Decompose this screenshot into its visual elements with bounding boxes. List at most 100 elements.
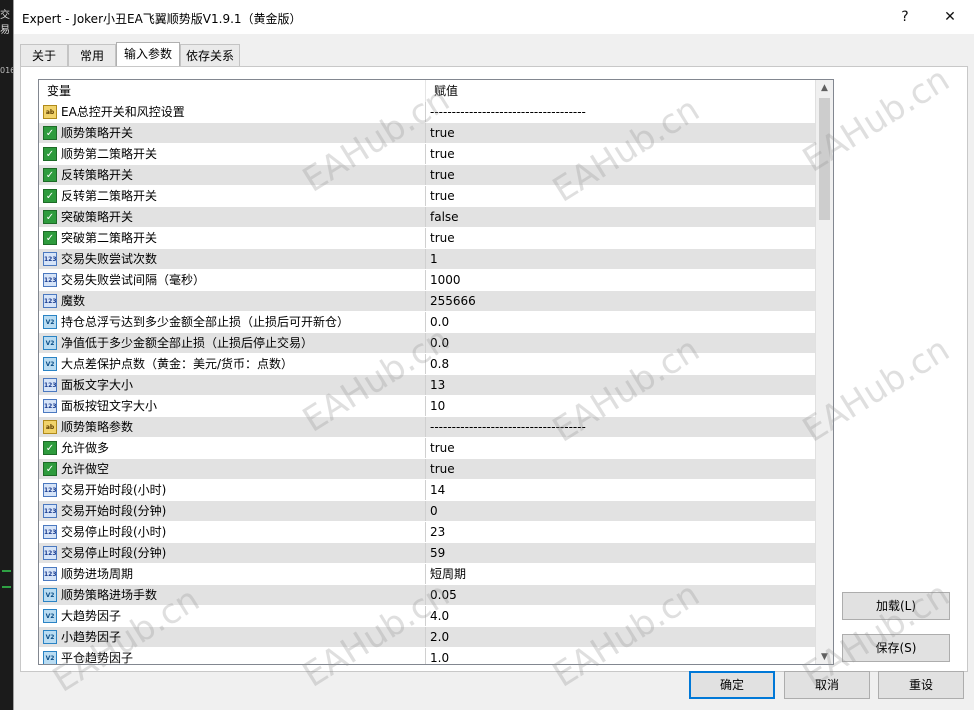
value-cell[interactable]: true (430, 144, 455, 164)
variable-cell[interactable]: ✓ 允许做空 (39, 459, 426, 479)
table-row[interactable]: 123 交易失败尝试间隔（毫秒） 1000 (39, 270, 815, 291)
table-row[interactable]: ab EA总控开关和风控设置 ---------------------------… (39, 102, 815, 123)
value-cell[interactable]: 0.0 (430, 333, 449, 353)
scroll-down-icon[interactable]: ▼ (816, 649, 833, 664)
value-cell[interactable]: 短周期 (430, 564, 466, 584)
column-header-value[interactable]: 赋值 (426, 80, 815, 102)
value-cell[interactable]: true (430, 459, 455, 479)
table-row[interactable]: 123 面板按钮文字大小 10 (39, 396, 815, 417)
table-row[interactable]: ✓ 顺势第二策略开关 true (39, 144, 815, 165)
value-cell[interactable]: 10 (430, 396, 445, 416)
table-row[interactable]: 123 交易停止时段(小时) 23 (39, 522, 815, 543)
parameters-grid[interactable]: 变量 赋值 ab EA总控开关和风控设置 ---------------------… (38, 79, 834, 665)
table-row[interactable]: 123 魔数 255666 (39, 291, 815, 312)
value-cell[interactable]: 1 (430, 249, 438, 269)
tab-inputs[interactable]: 输入参数 (116, 42, 180, 68)
table-row[interactable]: ✓ 反转策略开关 true (39, 165, 815, 186)
variable-cell[interactable]: V2 平仓趋势因子 (39, 648, 426, 664)
value-cell[interactable]: 23 (430, 522, 445, 542)
variable-cell[interactable]: V2 净值低于多少金额全部止损（止损后停止交易） (39, 333, 426, 353)
variable-cell[interactable]: 123 顺势进场周期 (39, 564, 426, 584)
variable-cell[interactable]: V2 大趋势因子 (39, 606, 426, 626)
value-cell[interactable]: true (430, 228, 455, 248)
table-row[interactable]: 123 交易失败尝试次数 1 (39, 249, 815, 270)
scroll-up-icon[interactable]: ▲ (816, 80, 833, 96)
table-row[interactable]: ✓ 允许做多 true (39, 438, 815, 459)
table-row[interactable]: V2 大趋势因子 4.0 (39, 606, 815, 627)
value-cell[interactable]: 14 (430, 480, 445, 500)
value-cell[interactable]: 13 (430, 375, 445, 395)
reset-button[interactable]: 重设 (878, 671, 964, 699)
value-cell[interactable]: 0.0 (430, 312, 449, 332)
variable-cell[interactable]: ✓ 突破第二策略开关 (39, 228, 426, 248)
load-button[interactable]: 加载(L) (842, 592, 950, 620)
table-row[interactable]: 123 交易开始时段(小时) 14 (39, 480, 815, 501)
variable-cell[interactable]: V2 大点差保护点数（黄金：美元/货币：点数） (39, 354, 426, 374)
tab-about[interactable]: 关于 (20, 44, 68, 66)
variable-cell[interactable]: ab EA总控开关和风控设置 (39, 102, 426, 122)
variable-cell[interactable]: ✓ 反转策略开关 (39, 165, 426, 185)
table-row[interactable]: V2 平仓趋势因子 1.0 (39, 648, 815, 664)
value-cell[interactable]: true (430, 165, 455, 185)
table-row[interactable]: ab 顺势策略参数 --------------------------------… (39, 417, 815, 438)
variable-cell[interactable]: 123 交易停止时段(分钟) (39, 543, 426, 563)
table-row[interactable]: V2 持仓总浮亏达到多少金额全部止损（止损后可开新仓） 0.0 (39, 312, 815, 333)
value-cell[interactable]: 1.0 (430, 648, 449, 664)
variable-cell[interactable]: 123 面板按钮文字大小 (39, 396, 426, 416)
table-row[interactable]: 123 面板文字大小 13 (39, 375, 815, 396)
tab-dependencies[interactable]: 依存关系 (180, 44, 240, 66)
value-cell[interactable]: 2.0 (430, 627, 449, 647)
variable-cell[interactable]: V2 持仓总浮亏达到多少金额全部止损（止损后可开新仓） (39, 312, 426, 332)
ok-button[interactable]: 确定 (689, 671, 775, 699)
variable-cell[interactable]: 123 交易失败尝试间隔（毫秒） (39, 270, 426, 290)
variable-cell[interactable]: ab 顺势策略参数 (39, 417, 426, 437)
variable-cell[interactable]: ✓ 反转第二策略开关 (39, 186, 426, 206)
variable-name: EA总控开关和风控设置 (61, 105, 185, 119)
vertical-scrollbar[interactable]: ▲ ▼ (815, 80, 833, 664)
variable-cell[interactable]: 123 交易开始时段(小时) (39, 480, 426, 500)
cancel-button[interactable]: 取消 (784, 671, 870, 699)
value-cell[interactable]: 0.05 (430, 585, 457, 605)
table-row[interactable]: ✓ 突破策略开关 false (39, 207, 815, 228)
table-row[interactable]: ✓ 允许做空 true (39, 459, 815, 480)
value-cell[interactable]: ------------------------------------ (430, 417, 586, 437)
variable-cell[interactable]: V2 顺势策略进场手数 (39, 585, 426, 605)
variable-cell[interactable]: ✓ 突破策略开关 (39, 207, 426, 227)
value-cell[interactable]: 4.0 (430, 606, 449, 626)
value-cell[interactable]: 1000 (430, 270, 461, 290)
close-button[interactable]: ✕ (927, 4, 973, 30)
value-cell[interactable]: 0 (430, 501, 438, 521)
save-button[interactable]: 保存(S) (842, 634, 950, 662)
value-cell[interactable]: false (430, 207, 459, 227)
table-row[interactable]: 123 交易停止时段(分钟) 59 (39, 543, 815, 564)
table-row[interactable]: V2 大点差保护点数（黄金：美元/货币：点数） 0.8 (39, 354, 815, 375)
value-cell[interactable]: 59 (430, 543, 445, 563)
help-button[interactable]: ? (882, 4, 928, 30)
value-cell[interactable]: true (430, 438, 455, 458)
variable-cell[interactable]: V2 小趋势因子 (39, 627, 426, 647)
value-cell[interactable]: true (430, 186, 455, 206)
table-row[interactable]: ✓ 突破第二策略开关 true (39, 228, 815, 249)
value-cell[interactable]: true (430, 123, 455, 143)
table-row[interactable]: V2 净值低于多少金额全部止损（止损后停止交易） 0.0 (39, 333, 815, 354)
variable-cell[interactable]: 123 面板文字大小 (39, 375, 426, 395)
value-cell[interactable]: ------------------------------------ (430, 102, 586, 122)
variable-cell[interactable]: 123 魔数 (39, 291, 426, 311)
variable-cell[interactable]: 123 交易失败尝试次数 (39, 249, 426, 269)
table-row[interactable]: V2 顺势策略进场手数 0.05 (39, 585, 815, 606)
table-row[interactable]: 123 顺势进场周期 短周期 (39, 564, 815, 585)
variable-cell[interactable]: ✓ 顺势第二策略开关 (39, 144, 426, 164)
variable-cell[interactable]: ✓ 顺势策略开关 (39, 123, 426, 143)
tab-common[interactable]: 常用 (68, 44, 116, 66)
value-cell[interactable]: 0.8 (430, 354, 449, 374)
table-row[interactable]: ✓ 顺势策略开关 true (39, 123, 815, 144)
value-cell[interactable]: 255666 (430, 291, 476, 311)
table-row[interactable]: ✓ 反转第二策略开关 true (39, 186, 815, 207)
table-row[interactable]: V2 小趋势因子 2.0 (39, 627, 815, 648)
column-header-variable[interactable]: 变量 (39, 80, 426, 102)
variable-cell[interactable]: 123 交易开始时段(分钟) (39, 501, 426, 521)
variable-cell[interactable]: ✓ 允许做多 (39, 438, 426, 458)
table-row[interactable]: 123 交易开始时段(分钟) 0 (39, 501, 815, 522)
scroll-thumb[interactable] (819, 98, 830, 220)
variable-cell[interactable]: 123 交易停止时段(小时) (39, 522, 426, 542)
